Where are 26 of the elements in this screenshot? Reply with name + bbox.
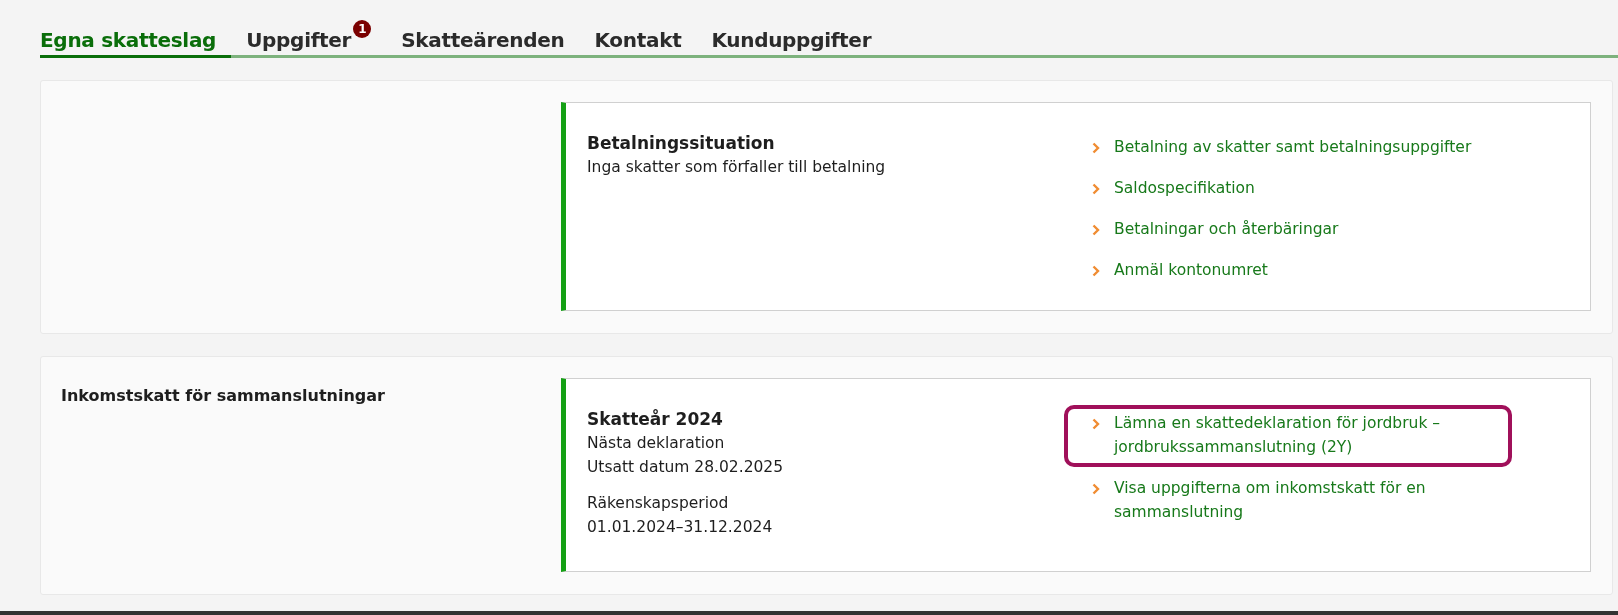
link[interactable]: Betalningar och återbäringar <box>1064 211 1512 249</box>
panel-heading: Skatteår 2024 <box>587 408 724 431</box>
tab[interactable]: Uppgifter 1 <box>231 20 387 58</box>
chevron-icon <box>1092 224 1100 236</box>
link[interactable]: Betalning av skatter samt betalningsuppgifter <box>1064 129 1512 167</box>
info-text: 01.01.2024–31.12.2024 <box>587 517 774 538</box>
tab[interactable]: Egna skatteslag <box>40 28 232 58</box>
chevron-icon <box>1092 265 1100 277</box>
chevron-icon <box>1092 483 1100 495</box>
chevron-icon <box>1092 418 1100 430</box>
info-text: Räkenskapsperiod <box>587 493 730 514</box>
link[interactable]: Visa uppgifterna om inkomstskatt för en sammanslutning <box>1064 470 1512 532</box>
info-text: Nästa deklaration <box>587 433 726 454</box>
link[interactable]: Saldospecifikation <box>1064 170 1512 208</box>
tab[interactable]: Kunduppgifter <box>696 28 887 58</box>
tab[interactable]: Skatteärenden <box>386 28 580 58</box>
info-text: Inga skatter som förfaller till betalning <box>587 157 887 178</box>
count-badge: 1 <box>353 20 372 38</box>
chevron-icon <box>1092 183 1100 195</box>
link[interactable]: Lämna en skattedeklaration för jordbruk – jordbrukssammanslutning (2Y) <box>1064 405 1512 467</box>
link[interactable]: Anmäl kontonumret <box>1064 252 1512 290</box>
info-text: Utsatt datum 28.02.2025 <box>587 457 785 478</box>
chevron-icon <box>1092 142 1100 154</box>
panel-heading: Betalningssituation <box>587 132 776 155</box>
tab[interactable]: Kontakt <box>579 28 697 58</box>
section-title: Inkomstskatt för sammanslutningar <box>61 386 385 405</box>
